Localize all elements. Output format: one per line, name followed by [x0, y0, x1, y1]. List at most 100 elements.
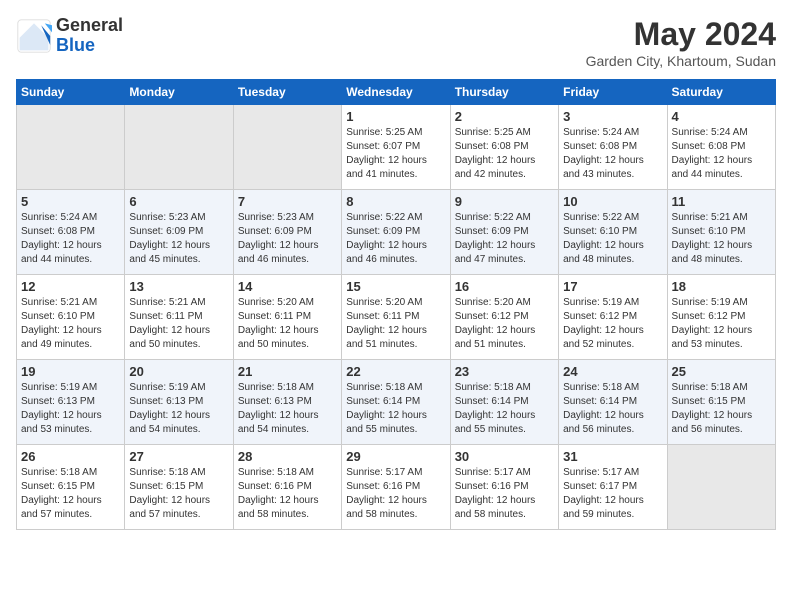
- calendar-day-cell: 16Sunrise: 5:20 AMSunset: 6:12 PMDayligh…: [450, 275, 558, 360]
- calendar-day-cell: [667, 445, 775, 530]
- day-number: 28: [238, 449, 337, 464]
- day-number: 9: [455, 194, 554, 209]
- calendar-day-cell: 23Sunrise: 5:18 AMSunset: 6:14 PMDayligh…: [450, 360, 558, 445]
- day-number: 30: [455, 449, 554, 464]
- day-sun-info: Sunrise: 5:18 AMSunset: 6:14 PMDaylight:…: [563, 381, 662, 437]
- month-year-title: May 2024: [586, 16, 776, 53]
- calendar-day-cell: 5 Sunrise: 5:24 AMSunset: 6:08 PMDaylight…: [17, 190, 125, 275]
- day-sun-info: Sunrise: 5:23 AMSunset: 6:09 PMDaylight:…: [129, 211, 228, 267]
- logo-blue-text: Blue: [56, 36, 123, 56]
- weekday-header-tuesday: Tuesday: [233, 80, 341, 105]
- calendar-day-cell: 31 Sunrise: 5:17 AMSunset: 6:17 PMDayligh…: [559, 445, 667, 530]
- weekday-header-saturday: Saturday: [667, 80, 775, 105]
- weekday-header-row: SundayMondayTuesdayWednesdayThursdayFrid…: [17, 80, 776, 105]
- day-number: 23: [455, 364, 554, 379]
- calendar-day-cell: 7Sunrise: 5:23 AMSunset: 6:09 PMDaylight…: [233, 190, 341, 275]
- day-number: 14: [238, 279, 337, 294]
- day-sun-info: Sunrise: 5:20 AMSunset: 6:12 PMDaylight:…: [455, 296, 554, 352]
- day-sun-info: Sunrise: 5:25 AMSunset: 6:08 PMDaylight:…: [455, 126, 554, 182]
- day-sun-info: Sunrise: 5:18 AMSunset: 6:15 PMDaylight:…: [21, 466, 120, 522]
- day-number: 15: [346, 279, 445, 294]
- weekday-header-friday: Friday: [559, 80, 667, 105]
- calendar-day-cell: 27 Sunrise: 5:18 AMSunset: 6:15 PMDayligh…: [125, 445, 233, 530]
- day-number: 13: [129, 279, 228, 294]
- day-number: 27: [129, 449, 228, 464]
- calendar-day-cell: 29 Sunrise: 5:17 AMSunset: 6:16 PMDayligh…: [342, 445, 450, 530]
- day-sun-info: Sunrise: 5:21 AMSunset: 6:10 PMDaylight:…: [672, 211, 771, 267]
- weekday-header-wednesday: Wednesday: [342, 80, 450, 105]
- calendar-day-cell: 4 Sunrise: 5:24 AMSunset: 6:08 PMDaylight…: [667, 105, 775, 190]
- calendar-day-cell: 13 Sunrise: 5:21 AMSunset: 6:11 PMDayligh…: [125, 275, 233, 360]
- title-block: May 2024 Garden City, Khartoum, Sudan: [586, 16, 776, 69]
- day-number: 7: [238, 194, 337, 209]
- day-sun-info: Sunrise: 5:20 AMSunset: 6:11 PMDaylight:…: [346, 296, 445, 352]
- calendar-day-cell: 17Sunrise: 5:19 AMSunset: 6:12 PMDayligh…: [559, 275, 667, 360]
- day-sun-info: Sunrise: 5:18 AMSunset: 6:15 PMDaylight:…: [672, 381, 771, 437]
- day-number: 18: [672, 279, 771, 294]
- day-number: 10: [563, 194, 662, 209]
- calendar-day-cell: 11 Sunrise: 5:21 AMSunset: 6:10 PMDayligh…: [667, 190, 775, 275]
- day-sun-info: Sunrise: 5:18 AMSunset: 6:16 PMDaylight:…: [238, 466, 337, 522]
- day-sun-info: Sunrise: 5:24 AMSunset: 6:08 PMDaylight:…: [21, 211, 120, 267]
- day-number: 4: [672, 109, 771, 124]
- page-header: General Blue May 2024 Garden City, Khart…: [16, 16, 776, 69]
- day-number: 21: [238, 364, 337, 379]
- calendar-day-cell: 20 Sunrise: 5:19 AMSunset: 6:13 PMDayligh…: [125, 360, 233, 445]
- calendar-day-cell: 15 Sunrise: 5:20 AMSunset: 6:11 PMDayligh…: [342, 275, 450, 360]
- day-number: 25: [672, 364, 771, 379]
- calendar-day-cell: [233, 105, 341, 190]
- day-number: 1: [346, 109, 445, 124]
- day-sun-info: Sunrise: 5:17 AMSunset: 6:17 PMDaylight:…: [563, 466, 662, 522]
- weekday-header-thursday: Thursday: [450, 80, 558, 105]
- day-sun-info: Sunrise: 5:24 AMSunset: 6:08 PMDaylight:…: [563, 126, 662, 182]
- day-sun-info: Sunrise: 5:20 AMSunset: 6:11 PMDaylight:…: [238, 296, 337, 352]
- logo-icon: [16, 18, 52, 54]
- day-number: 3: [563, 109, 662, 124]
- calendar-day-cell: 21Sunrise: 5:18 AMSunset: 6:13 PMDayligh…: [233, 360, 341, 445]
- calendar-day-cell: 18 Sunrise: 5:19 AMSunset: 6:12 PMDayligh…: [667, 275, 775, 360]
- day-number: 20: [129, 364, 228, 379]
- day-sun-info: Sunrise: 5:22 AMSunset: 6:09 PMDaylight:…: [346, 211, 445, 267]
- day-number: 29: [346, 449, 445, 464]
- calendar-day-cell: 22 Sunrise: 5:18 AMSunset: 6:14 PMDayligh…: [342, 360, 450, 445]
- calendar-day-cell: 3 Sunrise: 5:24 AMSunset: 6:08 PMDaylight…: [559, 105, 667, 190]
- day-number: 12: [21, 279, 120, 294]
- calendar-week-row: 5 Sunrise: 5:24 AMSunset: 6:08 PMDaylight…: [17, 190, 776, 275]
- logo-text: General Blue: [56, 16, 123, 56]
- weekday-header-monday: Monday: [125, 80, 233, 105]
- day-sun-info: Sunrise: 5:21 AMSunset: 6:11 PMDaylight:…: [129, 296, 228, 352]
- day-sun-info: Sunrise: 5:22 AMSunset: 6:09 PMDaylight:…: [455, 211, 554, 267]
- day-number: 5: [21, 194, 120, 209]
- calendar-week-row: 26 Sunrise: 5:18 AMSunset: 6:15 PMDayligh…: [17, 445, 776, 530]
- day-sun-info: Sunrise: 5:19 AMSunset: 6:13 PMDaylight:…: [21, 381, 120, 437]
- calendar-table: SundayMondayTuesdayWednesdayThursdayFrid…: [16, 79, 776, 530]
- day-sun-info: Sunrise: 5:17 AMSunset: 6:16 PMDaylight:…: [346, 466, 445, 522]
- calendar-day-cell: 9 Sunrise: 5:22 AMSunset: 6:09 PMDaylight…: [450, 190, 558, 275]
- calendar-day-cell: 8 Sunrise: 5:22 AMSunset: 6:09 PMDaylight…: [342, 190, 450, 275]
- day-sun-info: Sunrise: 5:19 AMSunset: 6:13 PMDaylight:…: [129, 381, 228, 437]
- day-sun-info: Sunrise: 5:21 AMSunset: 6:10 PMDaylight:…: [21, 296, 120, 352]
- day-sun-info: Sunrise: 5:18 AMSunset: 6:14 PMDaylight:…: [346, 381, 445, 437]
- calendar-day-cell: 30Sunrise: 5:17 AMSunset: 6:16 PMDayligh…: [450, 445, 558, 530]
- day-sun-info: Sunrise: 5:25 AMSunset: 6:07 PMDaylight:…: [346, 126, 445, 182]
- day-number: 22: [346, 364, 445, 379]
- day-sun-info: Sunrise: 5:18 AMSunset: 6:15 PMDaylight:…: [129, 466, 228, 522]
- calendar-day-cell: [125, 105, 233, 190]
- day-sun-info: Sunrise: 5:24 AMSunset: 6:08 PMDaylight:…: [672, 126, 771, 182]
- calendar-day-cell: 26 Sunrise: 5:18 AMSunset: 6:15 PMDayligh…: [17, 445, 125, 530]
- day-sun-info: Sunrise: 5:19 AMSunset: 6:12 PMDaylight:…: [672, 296, 771, 352]
- day-sun-info: Sunrise: 5:19 AMSunset: 6:12 PMDaylight:…: [563, 296, 662, 352]
- day-number: 31: [563, 449, 662, 464]
- day-number: 19: [21, 364, 120, 379]
- calendar-day-cell: 24Sunrise: 5:18 AMSunset: 6:14 PMDayligh…: [559, 360, 667, 445]
- day-number: 6: [129, 194, 228, 209]
- day-number: 2: [455, 109, 554, 124]
- calendar-week-row: 1 Sunrise: 5:25 AMSunset: 6:07 PMDaylight…: [17, 105, 776, 190]
- day-number: 11: [672, 194, 771, 209]
- location-subtitle: Garden City, Khartoum, Sudan: [586, 53, 776, 69]
- logo-general-text: General: [56, 16, 123, 36]
- day-number: 26: [21, 449, 120, 464]
- calendar-day-cell: 28 Sunrise: 5:18 AMSunset: 6:16 PMDayligh…: [233, 445, 341, 530]
- calendar-day-cell: 25 Sunrise: 5:18 AMSunset: 6:15 PMDayligh…: [667, 360, 775, 445]
- day-number: 8: [346, 194, 445, 209]
